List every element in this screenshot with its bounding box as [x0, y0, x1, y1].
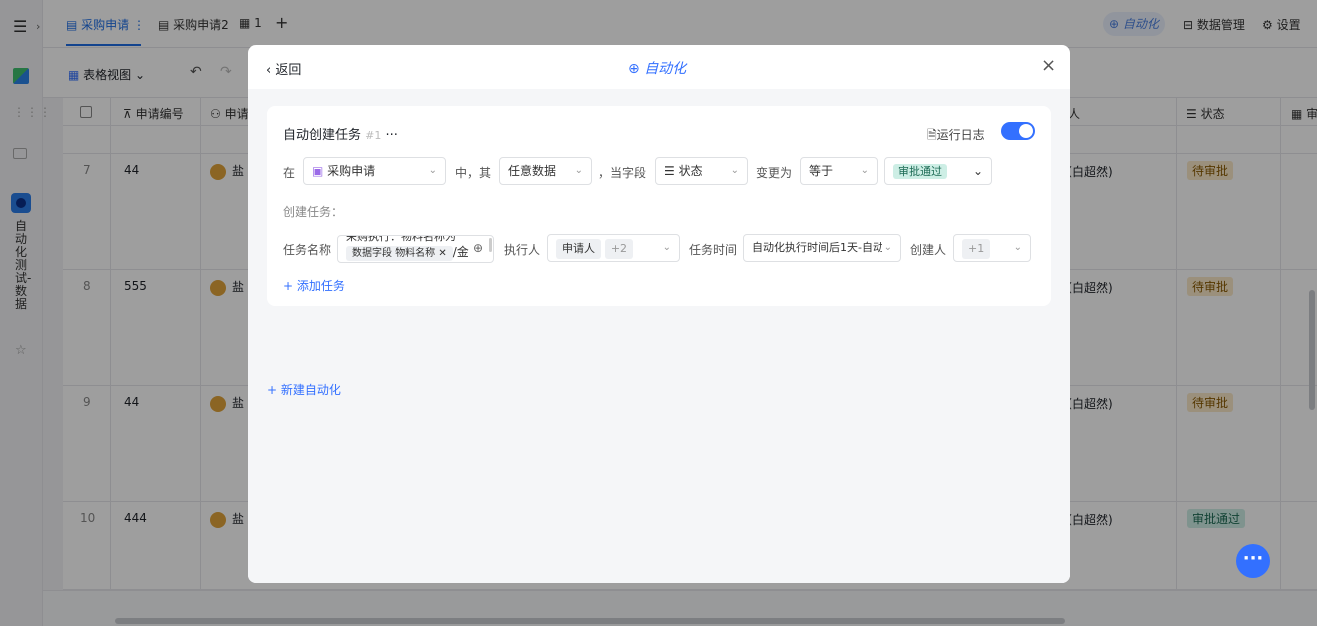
- chevron-left-icon: ‹: [266, 63, 276, 78]
- chevron-down-icon: ⌄: [972, 164, 983, 178]
- task-time-label: 任务时间: [689, 243, 738, 257]
- assignee-more: +2: [604, 239, 634, 259]
- record-scope-select[interactable]: 任意数据 ⌄: [499, 157, 592, 185]
- task-name-label: 任务名称: [283, 243, 332, 257]
- close-icon[interactable]: ✕: [438, 248, 446, 259]
- creator-more: +1: [962, 239, 991, 259]
- add-task-button[interactable]: + 添加任务: [283, 277, 345, 294]
- value-chip: 审批通过: [893, 164, 947, 179]
- automation-name[interactable]: 自动创建任务 #1 ···: [283, 124, 398, 143]
- creator-select[interactable]: +1 ⌄: [953, 234, 1031, 262]
- dialog-body: 自动创建任务 #1 ··· 🗎运行日志 在 ▣ 采购申请 ⌄ 中，其 任意数据 ⌄ …: [248, 89, 1070, 583]
- field-select-value: 状态: [678, 164, 703, 178]
- log-icon: 🗎: [927, 128, 937, 142]
- list-icon: ☰: [664, 164, 679, 178]
- trigger-middle-label: 中，其: [455, 166, 492, 180]
- run-log-button[interactable]: 🗎运行日志: [927, 126, 985, 147]
- new-automation-button[interactable]: + 新建自动化: [267, 381, 341, 398]
- chat-bubble-icon[interactable]: ···: [1236, 544, 1270, 578]
- operator-select[interactable]: 等于 ⌄: [800, 157, 878, 185]
- assignee-select[interactable]: 申请人 +2 ⌄: [547, 234, 680, 262]
- changes-to-label: 变更为: [756, 166, 793, 180]
- task-time-value: 自动化执行时间后1天-自动: [752, 241, 884, 254]
- dialog-header: ‹ 返回 ⊕ 自动化 ×: [248, 45, 1070, 89]
- task-name-input[interactable]: 采购执行：物料名称为 数据字段 物料名称 ✕/金 ⊕: [337, 235, 494, 263]
- dialog-title: ⊕ 自动化: [628, 58, 686, 78]
- field-select[interactable]: ☰ 状态 ⌄: [655, 157, 748, 185]
- table-select[interactable]: ▣ 采购申请 ⌄: [303, 157, 446, 185]
- value-select[interactable]: 审批通过 ⌄: [884, 157, 992, 185]
- automation-dialog: ‹ 返回 ⊕ 自动化 × 自动创建任务 #1 ··· 🗎运行日志 在 ▣ 采购申…: [248, 45, 1070, 583]
- creator-label: 创建人: [910, 243, 947, 257]
- close-icon[interactable]: ×: [1041, 55, 1056, 76]
- chevron-down-icon: ⌄: [574, 165, 583, 176]
- enable-toggle[interactable]: [1001, 122, 1035, 140]
- assignee-label: 执行人: [504, 243, 541, 257]
- chevron-down-icon: ⌄: [1013, 242, 1022, 253]
- chevron-down-icon: ⌄: [860, 165, 869, 176]
- back-button[interactable]: ‹ 返回: [266, 59, 301, 78]
- trigger-in-label: 在: [283, 166, 296, 180]
- table-select-value: 采购申请: [327, 164, 376, 178]
- automation-name-label: 自动创建任务: [283, 128, 362, 143]
- task-name-suffix: /金: [452, 245, 469, 259]
- trigger-field-label: ，当字段: [598, 166, 647, 180]
- run-log-label: 运行日志: [936, 128, 985, 142]
- insert-field-icon[interactable]: ⊕: [473, 241, 483, 255]
- more-icon[interactable]: ···: [386, 128, 398, 143]
- record-scope-value: 任意数据: [508, 164, 557, 178]
- input-scrollbar[interactable]: [489, 238, 492, 252]
- dialog-title-label: 自动化: [644, 61, 687, 77]
- create-task-label: 创建任务：: [283, 205, 344, 219]
- assignee-chip: 申请人: [556, 239, 601, 259]
- field-chip-type: 数据字段: [352, 248, 392, 259]
- chevron-down-icon: ⌄: [730, 165, 739, 176]
- chevron-down-icon: ⌄: [662, 242, 671, 253]
- chevron-down-icon: ⌄: [428, 165, 437, 176]
- field-chip-name: 物料名称: [395, 248, 436, 259]
- chevron-down-icon: ⌄: [881, 235, 892, 261]
- automation-card: 自动创建任务 #1 ··· 🗎运行日志 在 ▣ 采购申请 ⌄ 中，其 任意数据 ⌄ …: [267, 106, 1051, 306]
- task-time-select[interactable]: 自动化执行时间后1天-自动 ⌄: [743, 234, 901, 262]
- field-chip: 数据字段 物料名称 ✕: [346, 246, 453, 261]
- automation-number: #1: [365, 129, 382, 142]
- table-icon: ▣: [312, 164, 328, 178]
- automation-icon: ⊕: [628, 61, 645, 77]
- back-label: 返回: [275, 63, 302, 78]
- operator-value: 等于: [809, 164, 834, 178]
- task-name-text: 采购执行：物料名称为: [346, 235, 456, 243]
